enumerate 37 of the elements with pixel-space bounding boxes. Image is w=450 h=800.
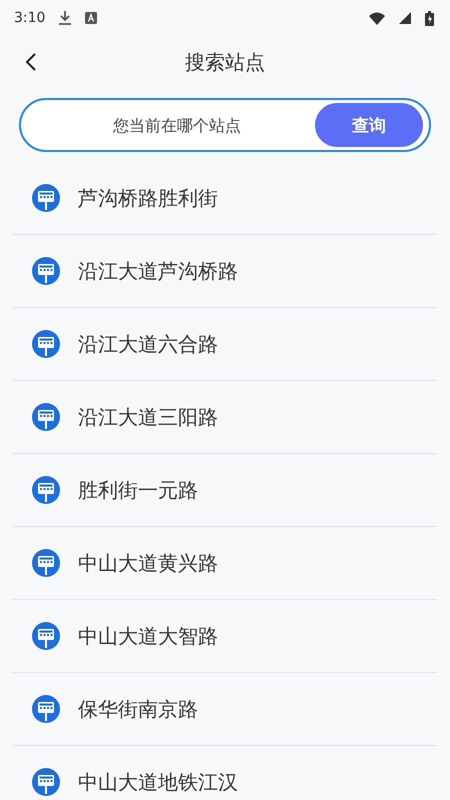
bus-stop-icon bbox=[32, 403, 60, 431]
query-button[interactable]: 查询 bbox=[315, 103, 423, 147]
station-item[interactable]: 沿江大道芦沟桥路 bbox=[12, 235, 438, 308]
station-name: 中山大道大智路 bbox=[78, 622, 218, 650]
station-item[interactable]: 中山大道黄兴路 bbox=[12, 527, 438, 600]
signal-icon bbox=[399, 12, 411, 24]
page-title: 搜索站点 bbox=[185, 48, 265, 76]
bus-stop-icon bbox=[32, 330, 60, 358]
station-name: 保华街南京路 bbox=[78, 696, 198, 722]
bus-stop-icon bbox=[32, 622, 60, 650]
status-time: 3:10 bbox=[14, 10, 46, 26]
search-field[interactable]: 您当前在哪个站点 查询 bbox=[19, 98, 431, 152]
station-item[interactable]: 沿江大道三阳路 bbox=[12, 381, 438, 454]
station-name: 沿江大道三阳路 bbox=[78, 404, 218, 430]
station-name: 中山大道地铁江汉 bbox=[78, 768, 238, 796]
station-name: 芦沟桥路胜利街 bbox=[78, 184, 218, 212]
station-item[interactable]: 保华街南京路 bbox=[12, 673, 438, 746]
station-item[interactable]: 胜利街一元路 bbox=[12, 454, 438, 527]
bus-stop-icon bbox=[32, 476, 60, 504]
bus-stop-icon bbox=[32, 549, 60, 577]
station-item[interactable]: 沿江大道六合路 bbox=[12, 308, 438, 381]
station-item[interactable]: 中山大道大智路 bbox=[12, 600, 438, 673]
wifi-icon bbox=[369, 12, 385, 24]
station-item[interactable]: 芦沟桥路胜利街 bbox=[12, 162, 438, 235]
bus-stop-icon bbox=[32, 695, 60, 723]
station-item[interactable]: 中山大道地铁江汉 bbox=[12, 746, 438, 800]
station-name: 沿江大道六合路 bbox=[78, 330, 218, 358]
bus-stop-icon bbox=[32, 768, 60, 796]
battery-icon bbox=[425, 10, 434, 26]
station-name: 沿江大道芦沟桥路 bbox=[78, 258, 238, 284]
bus-stop-icon bbox=[32, 257, 60, 285]
app-notification-icon bbox=[85, 12, 98, 24]
download-icon bbox=[59, 11, 72, 25]
bus-stop-icon bbox=[32, 184, 60, 212]
station-name: 中山大道黄兴路 bbox=[78, 550, 218, 576]
station-name: 胜利街一元路 bbox=[78, 476, 198, 504]
back-chevron-icon bbox=[24, 52, 38, 72]
